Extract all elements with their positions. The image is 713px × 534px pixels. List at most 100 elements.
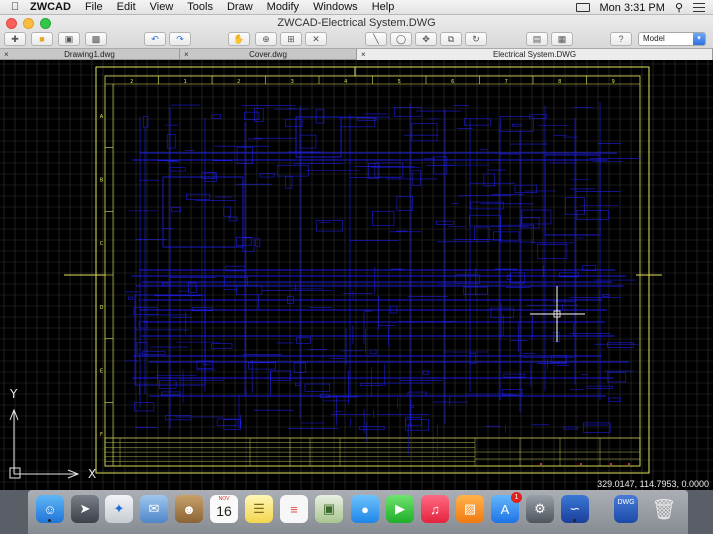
schematic-component xyxy=(469,214,502,227)
tab-close-icon[interactable]: × xyxy=(4,49,9,60)
finder-icon[interactable]: ☺ xyxy=(36,495,64,523)
properties-button[interactable]: ▦ xyxy=(551,32,573,46)
schematic-component xyxy=(512,123,522,127)
pan-button[interactable]: ✋ xyxy=(228,32,250,46)
zoom-window-button[interactable]: ⊞ xyxy=(280,32,302,46)
tab-electrical-system[interactable]: × Electrical System.DWG xyxy=(357,49,713,60)
toolbar: ✚ ■ ▣ ▩ ↶ ↷ ✋ ⊕ ⊞ ✕ ╲ ◯ ✥ ⧉ ↻ ▤ ▦ ? Mode… xyxy=(4,32,709,47)
menu-tools[interactable]: Tools xyxy=(187,1,213,13)
spotlight-search-icon[interactable]: ⚲ xyxy=(675,1,683,14)
schematic-component xyxy=(248,362,276,370)
launchpad-icon[interactable]: ➤ xyxy=(71,495,99,523)
schematic-component xyxy=(602,294,609,297)
row-label: C xyxy=(100,241,104,247)
schematic-component xyxy=(412,170,421,186)
schematic-component xyxy=(393,107,423,117)
layer-properties-button[interactable]: ▤ xyxy=(526,32,548,46)
help-button[interactable]: ? xyxy=(610,32,632,46)
row-label: A xyxy=(100,114,104,120)
menu-windows[interactable]: Windows xyxy=(313,1,358,13)
preview-icon[interactable]: ▣ xyxy=(315,495,343,523)
schematic-component xyxy=(185,193,211,200)
undo-button[interactable]: ↶ xyxy=(144,32,166,46)
tab-label: Drawing1.dwg xyxy=(64,50,115,59)
tab-cover[interactable]: × Cover.dwg xyxy=(180,49,357,60)
menu-file[interactable]: File xyxy=(85,1,103,13)
row-label: E xyxy=(100,369,103,375)
schematic-component xyxy=(216,418,238,426)
drawing-svg[interactable]: 2 1 2 3 4 5 6 7 8 9ABCDEFYX xyxy=(0,60,713,490)
new-file-button[interactable]: ✚ xyxy=(4,32,26,46)
title-block-mark xyxy=(580,463,582,465)
menu-edit[interactable]: Edit xyxy=(117,1,136,13)
calendar-month: NOV xyxy=(218,496,230,502)
schematic-component xyxy=(128,296,133,300)
menu-draw[interactable]: Draw xyxy=(227,1,253,13)
redo-icon: ↷ xyxy=(176,33,184,44)
schematic-component xyxy=(607,372,626,383)
drawing-canvas[interactable]: 2123456789ABCDEFYX 329.0147, 114.7953, 0… xyxy=(0,60,713,490)
schematic-component xyxy=(576,210,610,221)
tab-drawing1[interactable]: × Drawing1.dwg xyxy=(0,49,180,60)
document-tabs: × Drawing1.dwg × Cover.dwg × Electrical … xyxy=(0,49,713,60)
zoom-previous-button[interactable]: ✕ xyxy=(305,32,327,46)
menu-modify[interactable]: Modify xyxy=(267,1,299,13)
schematic-component xyxy=(359,383,383,387)
app-menu[interactable]: ZWCAD xyxy=(30,1,71,13)
display-mirroring-icon[interactable] xyxy=(575,3,590,12)
reminders-icon[interactable]: ≡ xyxy=(280,495,308,523)
print-button[interactable]: ▩ xyxy=(85,32,107,46)
schematic-component xyxy=(411,123,438,142)
app-store-icon[interactable]: A1 xyxy=(491,492,522,523)
copy-button[interactable]: ⧉ xyxy=(440,32,462,46)
tab-close-icon[interactable]: × xyxy=(361,49,366,60)
save-icon: ▣ xyxy=(64,33,74,44)
line-button[interactable]: ╲ xyxy=(365,32,387,46)
schematic-component xyxy=(493,231,520,241)
tab-close-icon[interactable]: × xyxy=(184,49,189,60)
menu-help[interactable]: Help xyxy=(372,1,395,13)
redo-button[interactable]: ↷ xyxy=(169,32,191,46)
calendar-icon[interactable]: NOV 16 xyxy=(210,495,238,523)
schematic-component xyxy=(405,418,430,431)
copy-icon: ⧉ xyxy=(447,33,455,44)
schematic-component xyxy=(296,337,311,344)
zwcad-app-icon[interactable]: ∽ xyxy=(561,495,589,523)
schematic-component xyxy=(236,285,263,295)
notes-icon[interactable]: ☰ xyxy=(245,495,273,523)
schematic-component xyxy=(136,342,148,355)
move-button[interactable]: ✥ xyxy=(415,32,437,46)
undo-icon: ↶ xyxy=(151,33,159,44)
save-button[interactable]: ▣ xyxy=(58,32,80,46)
ibooks-icon[interactable]: ▨ xyxy=(456,495,484,523)
schematic-component xyxy=(223,419,242,430)
model-layout-select[interactable]: Model ▾ xyxy=(638,32,706,46)
title-block-mark xyxy=(540,463,542,465)
circle-button[interactable]: ◯ xyxy=(390,32,412,46)
menubar-clock[interactable]: Mon 3:31 PM xyxy=(600,2,665,14)
mail-icon[interactable]: ✉ xyxy=(140,495,168,523)
system-preferences-icon[interactable]: ⚙ xyxy=(526,495,554,523)
safari-icon[interactable]: ✦ xyxy=(105,495,133,523)
open-file-button[interactable]: ■ xyxy=(31,32,53,46)
messages-icon[interactable]: ● xyxy=(351,495,379,523)
schematic-component xyxy=(483,173,496,187)
itunes-icon[interactable]: ♫ xyxy=(421,495,449,523)
schematic-component xyxy=(315,220,343,232)
menu-view[interactable]: View xyxy=(150,1,174,13)
trash-icon[interactable]: 🗑 xyxy=(650,495,678,523)
schematic-component xyxy=(514,184,538,194)
dwg-document-icon[interactable]: DWG xyxy=(614,495,638,523)
contacts-icon[interactable]: ☻ xyxy=(175,495,203,523)
drawing-frame xyxy=(104,75,641,467)
facetime-icon[interactable]: ▶ xyxy=(386,495,414,523)
schematic-component xyxy=(276,164,309,177)
schematic-component xyxy=(133,307,158,315)
rotate-button[interactable]: ↻ xyxy=(465,32,487,46)
zoom-realtime-button[interactable]: ⊕ xyxy=(255,32,277,46)
schematic-component xyxy=(367,163,380,179)
menu-bar:  ZWCAD File Edit View Tools Draw Modify… xyxy=(0,0,713,15)
notification-center-icon[interactable] xyxy=(693,3,705,12)
apple-menu-icon[interactable]:  xyxy=(0,1,30,13)
row-label: B xyxy=(100,178,104,184)
